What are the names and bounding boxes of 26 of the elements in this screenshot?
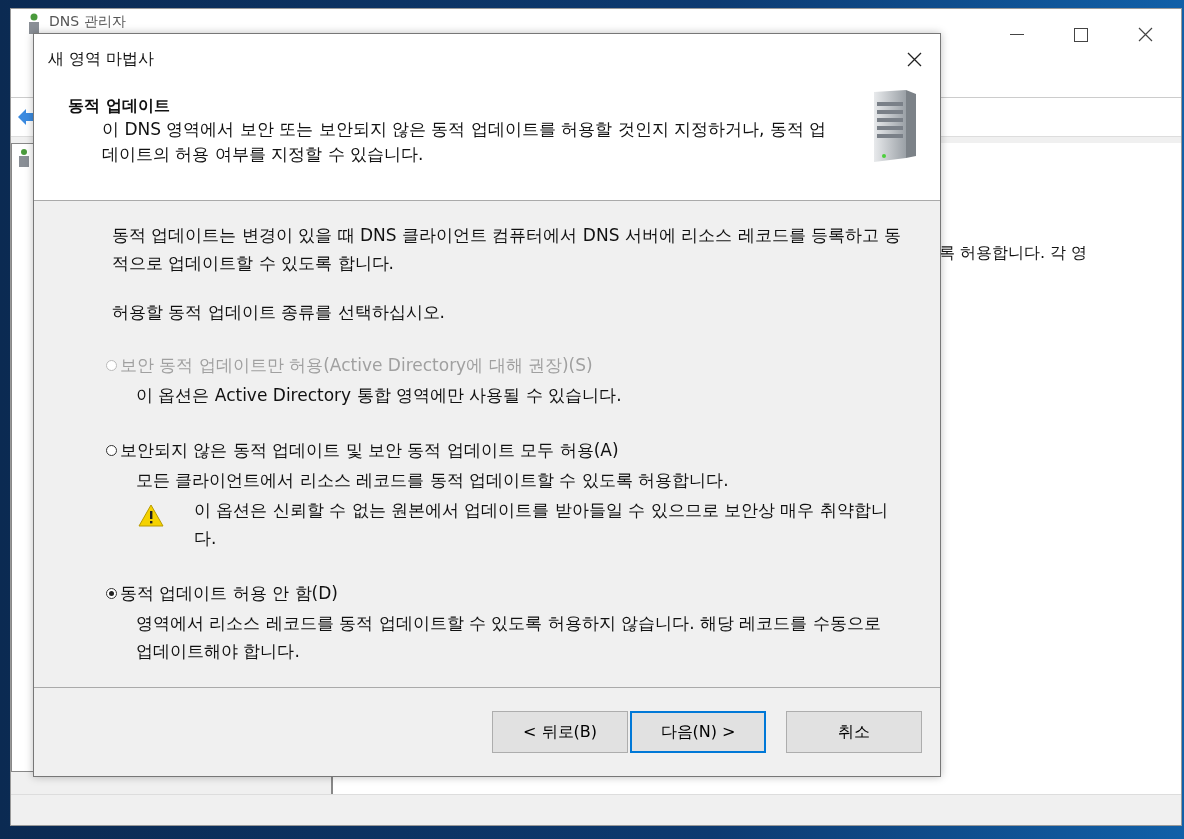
maximize-icon[interactable] (1074, 27, 1088, 42)
page-heading: 동적 업데이트 (68, 96, 171, 117)
dialog-button[interactable]: 취소 (786, 711, 922, 753)
dialog-title: 새 영역 마법사 (48, 48, 155, 70)
window-title: DNS 관리자 (49, 13, 126, 31)
option-label[interactable]: 동적 업데이트 허용 안 함(D) (120, 582, 338, 605)
option-label[interactable]: 보안되지 않은 동적 업데이트 및 보안 동적 업데이트 모두 허용(A) (120, 439, 619, 462)
radio-button[interactable] (106, 588, 117, 599)
option-description: 모든 클라이언트에서 리소스 레코드를 동적 업데이트할 수 있도록 허용합니다. (135, 469, 730, 492)
prompt-text: 허용할 동적 업데이트 종류를 선택하십시오. (112, 301, 447, 324)
server-icon (18, 148, 30, 168)
close-icon[interactable] (1138, 27, 1153, 42)
pane-text: 록 허용합니다. 각 영 (939, 243, 1088, 264)
dialog-button[interactable]: < 뒤로(B) (492, 711, 628, 753)
intro-text: 동적 업데이트는 변경이 있을 때 DNS 클라이언트 컴퓨터에서 DNS 서버에 리소스 레코드를 등록하고 동적으로 업데이트할 수 있도록 합니다. (112, 224, 902, 275)
close-icon[interactable] (907, 51, 922, 67)
dialog-button[interactable]: 다음(N) > (630, 711, 766, 753)
option-description: 영역에서 리소스 레코드를 동적 업데이트할 수 있도록 허용하지 않습니다. 해당 레코드를 수동으로 업데이트해야 합니다. (135, 612, 882, 663)
page-description: 이 DNS 영역에서 보안 또는 보안되지 않은 동적 업데이트를 허용할 것인지 지정하거나, 동적 업데이트의 허용 여부를 지정할 수 있습니다. (101, 118, 828, 166)
warning-icon (138, 504, 164, 527)
server-icon (27, 13, 41, 35)
minimize-icon[interactable] (1010, 33, 1024, 36)
warning-text: 이 옵션은 신뢰할 수 없는 원본에서 업데이트를 받아들일 수 있으므로 보안상 매우 취약합니다. (194, 499, 889, 550)
option-description: 이 옵션은 Active Directory 통합 영역에만 사용될 수 있습니다. (135, 384, 623, 407)
option-label: 보안 동적 업데이트만 허용(Active Directory에 대해 권장)(S) (120, 354, 593, 377)
radio-button[interactable] (106, 445, 117, 456)
